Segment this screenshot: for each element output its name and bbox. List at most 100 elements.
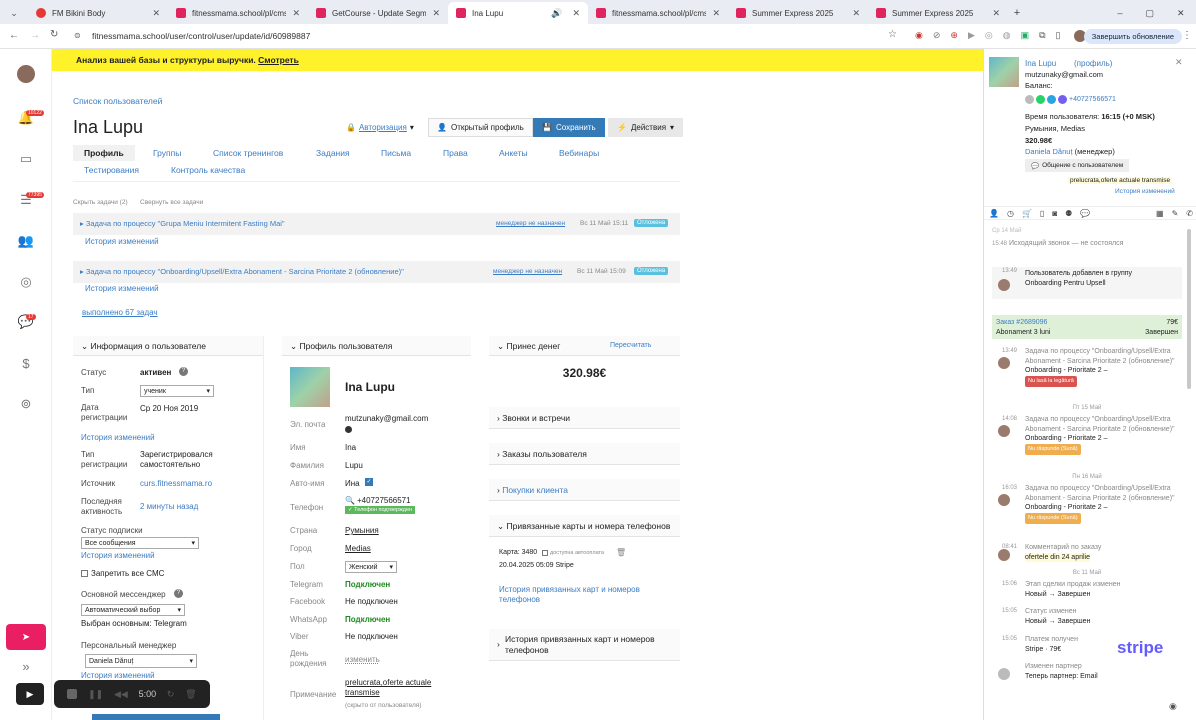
chat-with-user-button[interactable]: 💬 Общение с пользователем xyxy=(1025,159,1130,172)
extension-icon[interactable]: ◍ xyxy=(1003,30,1011,41)
history-link[interactable]: История изменений xyxy=(1115,188,1175,195)
extension-icon[interactable]: ◎ xyxy=(985,30,993,41)
breadcrumb[interactable]: Список пользователей xyxy=(73,96,162,106)
url-field[interactable]: fitnessmama.school/user/control/user/upd… xyxy=(78,28,778,45)
collapse-tasks-link[interactable]: Свернуть все задачи xyxy=(140,199,203,206)
speaker-icon[interactable]: 🔊 xyxy=(551,8,562,19)
tab-webinars[interactable]: Вебинары xyxy=(559,148,599,158)
tab-search-icon[interactable]: ⌄ xyxy=(0,2,28,24)
browser-tab[interactable]: Summer Express 2025 ✕ xyxy=(868,2,1008,24)
close-icon[interactable]: ✕ xyxy=(992,8,1000,19)
telegram-send-icon[interactable]: ➤ xyxy=(6,624,46,650)
monitor-icon[interactable]: ▭ xyxy=(16,149,36,169)
tab-rights[interactable]: Права xyxy=(443,148,468,158)
history-link[interactable]: История изменений xyxy=(81,671,155,680)
support-icon[interactable]: ⊚ xyxy=(16,394,36,414)
reload-icon[interactable]: ↻ xyxy=(50,29,58,40)
city-value[interactable]: Medias xyxy=(345,544,371,553)
tab-quality[interactable]: Контроль качества xyxy=(171,165,245,175)
tab-groups[interactable]: Группы xyxy=(153,148,181,158)
extension-icon[interactable]: ⊕ xyxy=(950,30,958,41)
task-title[interactable]: ▸ Задача по процессу "Grupa Meniu Interm… xyxy=(80,219,285,228)
bottom-button-edge[interactable] xyxy=(92,714,220,720)
grid-icon[interactable]: ▦ xyxy=(1156,209,1164,218)
close-icon[interactable]: ✕ xyxy=(712,8,720,19)
history-link[interactable]: История изменений xyxy=(81,433,155,442)
close-icon[interactable]: ✕ xyxy=(852,8,860,19)
camera-icon[interactable]: ◙ xyxy=(1052,209,1057,218)
extension-icon[interactable]: ⊘ xyxy=(933,30,941,41)
last-name-value[interactable]: Lupu xyxy=(345,461,363,470)
user-avatar[interactable] xyxy=(17,65,35,83)
tab-tests[interactable]: Тестирования xyxy=(84,165,139,175)
money-icon[interactable]: $ xyxy=(16,353,36,373)
country-value[interactable]: Румыния xyxy=(345,526,379,535)
help-icon[interactable]: ? xyxy=(179,367,188,376)
task-title[interactable]: ▸ Задача по процессу "Onboarding/Upsell/… xyxy=(80,267,404,276)
forward-icon[interactable]: → xyxy=(30,30,40,41)
auth-dropdown[interactable]: 🔒 Авторизация ▾ xyxy=(346,123,414,132)
users-icon[interactable]: 👥 xyxy=(16,231,36,251)
type-select[interactable]: ученик ▾ xyxy=(140,385,214,397)
restart-icon[interactable]: ↻ xyxy=(167,689,175,700)
block-sms-checkbox[interactable]: Запретить все СМС xyxy=(81,569,164,578)
manager-select[interactable]: Daniela Dănuț ▾ xyxy=(85,654,197,668)
cards-section[interactable]: ⌄ Привязанные карты и номера телефонов xyxy=(489,515,680,537)
extension-icon[interactable]: ▶ xyxy=(968,30,975,41)
phone-link[interactable]: +40727566571 xyxy=(1069,96,1116,103)
tab-assignments[interactable]: Задания xyxy=(316,148,350,158)
close-icon[interactable]: ✕ xyxy=(292,8,300,19)
close-icon[interactable]: ✕ xyxy=(572,8,580,19)
trash-icon[interactable]: 🗑 xyxy=(616,548,626,557)
task-manager[interactable]: менеджер не назначен xyxy=(493,268,562,275)
last-activity-link[interactable]: 2 минуты назад xyxy=(140,502,198,511)
tab-letters[interactable]: Письма xyxy=(381,148,411,158)
trash-icon[interactable]: 🗑 xyxy=(185,689,196,700)
browser-tab[interactable]: fitnessmama.school/pl/cms/pa... ✕ xyxy=(588,2,728,24)
person-icon[interactable]: 👤 xyxy=(989,209,999,218)
edit-icon[interactable]: ✎ xyxy=(1172,209,1179,218)
tab-trainings[interactable]: Список тренингов xyxy=(213,148,283,158)
close-icon[interactable]: ✕ xyxy=(1175,57,1183,68)
rewind-icon[interactable]: ◀◀ xyxy=(114,689,128,700)
task-row[interactable]: ▸ Задача по процессу "Onboarding/Upsell/… xyxy=(73,261,680,283)
feed-scrollbar[interactable] xyxy=(1187,229,1191,389)
expand-sidebar-icon[interactable]: » xyxy=(16,656,36,676)
whatsapp-icon[interactable] xyxy=(1036,95,1045,104)
task-history-link[interactable]: История изменений xyxy=(85,237,159,246)
close-icon[interactable]: ✕ xyxy=(432,8,440,19)
gender-select[interactable]: Женский ▾ xyxy=(345,561,397,573)
phone-icon[interactable] xyxy=(1025,95,1034,104)
phone-value[interactable]: 🔍 +40727566571 xyxy=(345,496,411,505)
hide-tasks-link[interactable]: Скрыть задачи (2) xyxy=(73,199,128,206)
panel-header[interactable]: ⌄ Профиль пользователя xyxy=(282,336,471,356)
first-name-value[interactable]: Ina xyxy=(345,443,356,452)
history-link[interactable]: История изменений xyxy=(81,551,155,560)
camera-icon[interactable]: ▶ xyxy=(16,683,44,705)
browser-tab[interactable]: GetCourse - Update Segment ✕ xyxy=(308,2,448,24)
cards-history-section[interactable]: › История привязанных карт и номеров теле… xyxy=(489,629,680,661)
subscription-select[interactable]: Все сообщения ▾ xyxy=(81,537,199,549)
profile-link[interactable]: (профиль) xyxy=(1074,59,1112,68)
message-icon[interactable]: 💬 xyxy=(1080,209,1090,218)
tab-profile[interactable]: Профиль xyxy=(73,145,135,161)
eye-icon[interactable]: ◉ xyxy=(1169,701,1177,712)
clock-icon[interactable]: ◷ xyxy=(1007,209,1014,218)
menu-kebab-icon[interactable]: ⋮ xyxy=(1182,30,1192,41)
panel-header[interactable]: ⌄ Принес денег Пересчитать xyxy=(489,336,680,356)
actions-dropdown[interactable]: ⚡ Действия ▾ xyxy=(608,118,684,137)
recalculate-link[interactable]: Пересчитать xyxy=(610,336,651,356)
orders-section[interactable]: › Заказы пользователя xyxy=(489,443,680,465)
open-profile-button[interactable]: 👤 Открытый профиль xyxy=(428,118,533,137)
sidebar-icon[interactable]: ▯ xyxy=(1056,30,1061,41)
card-history-link[interactable]: История привязанных карт и номеров телеф… xyxy=(499,585,659,605)
task-history-link[interactable]: История изменений xyxy=(85,284,159,293)
completed-tasks-link[interactable]: выполнено 67 задач xyxy=(82,308,158,317)
cart-icon[interactable]: 🛒 xyxy=(1022,209,1032,218)
messenger-select[interactable]: Автоматический выбор ▾ xyxy=(81,604,185,616)
stop-icon[interactable] xyxy=(67,689,78,699)
banner-link[interactable]: Смотреть xyxy=(258,55,299,65)
help-icon[interactable]: ? xyxy=(174,589,183,598)
tablet-icon[interactable]: ▯ xyxy=(1040,209,1044,218)
puzzle-icon[interactable]: ⧉ xyxy=(1039,30,1045,41)
